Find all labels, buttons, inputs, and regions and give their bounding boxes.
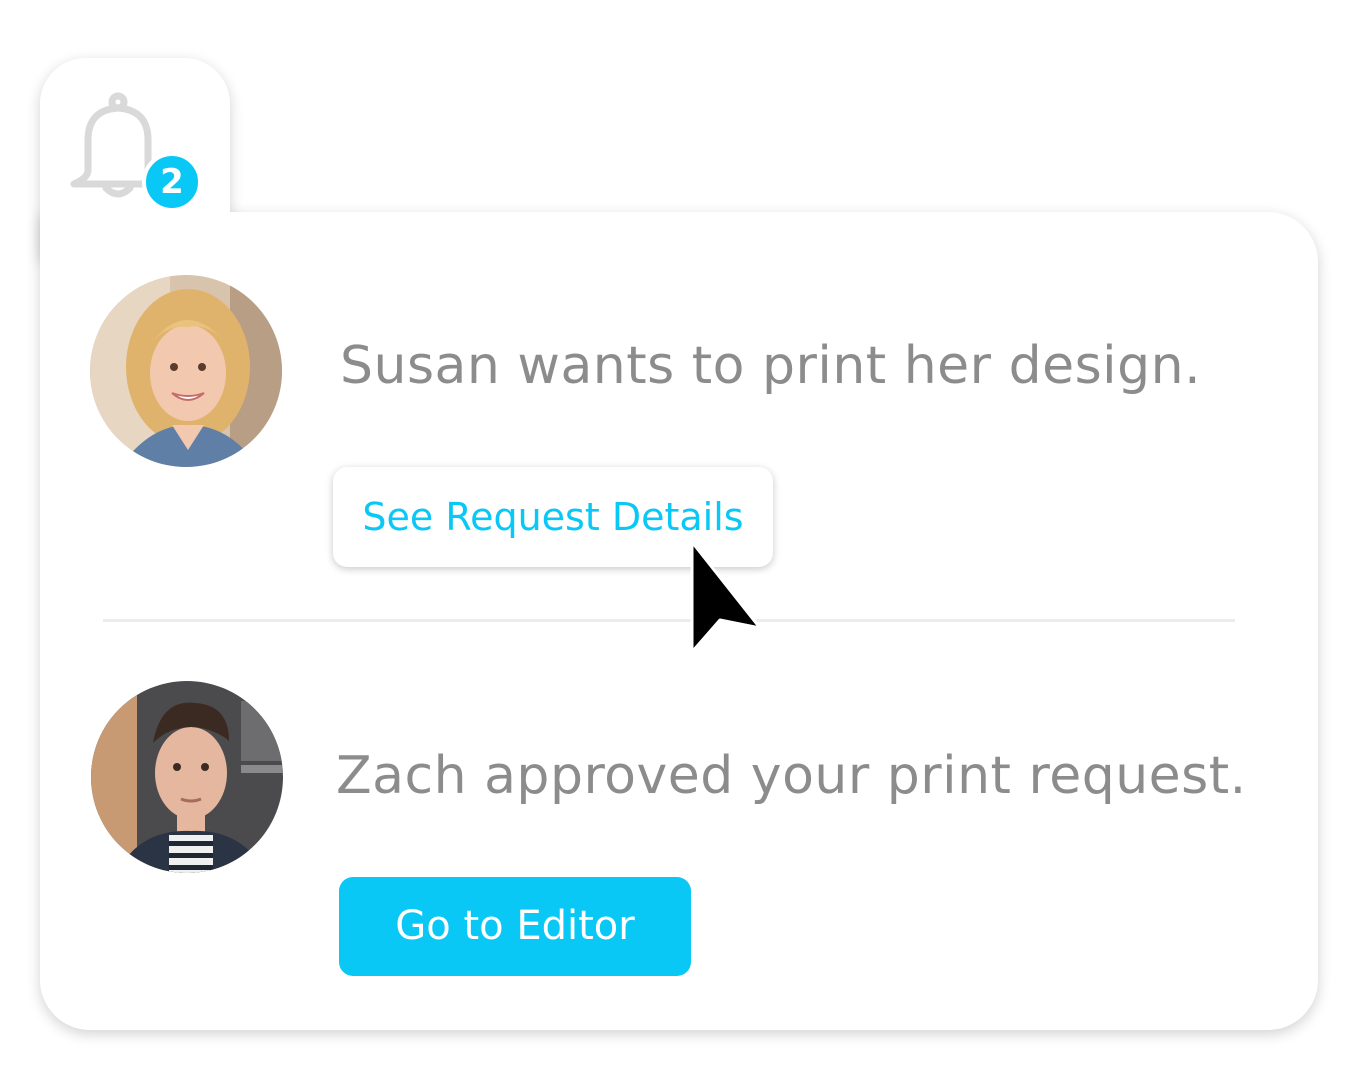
- avatar-zach: [91, 681, 283, 873]
- notification-widget: 2 Susan wants to print her design. See R…: [0, 0, 1360, 1088]
- notification-message: Susan wants to print her design.: [340, 336, 1202, 396]
- avatar-susan: [90, 275, 282, 467]
- notification-divider: [103, 619, 1235, 622]
- tab-panel-join: [40, 200, 230, 240]
- notification-message: Zach approved your print request.: [336, 746, 1247, 806]
- notification-count-badge: 2: [142, 152, 202, 212]
- mouse-pointer-icon: [690, 540, 762, 654]
- go-to-editor-button[interactable]: Go to Editor: [339, 877, 691, 976]
